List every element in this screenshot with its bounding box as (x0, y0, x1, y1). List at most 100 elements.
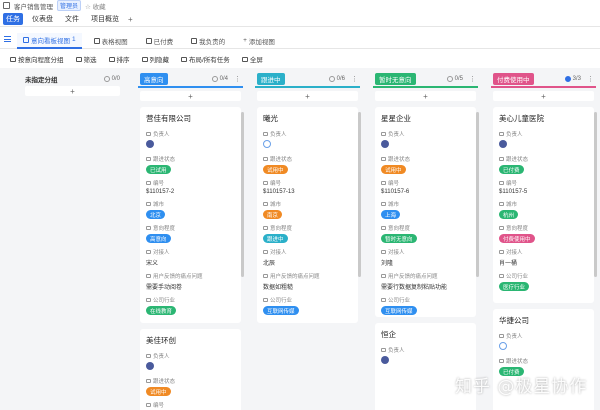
contact-label: 对接人 (263, 248, 352, 256)
contact-label: 对接人 (146, 248, 235, 256)
status-tag: 试用中 (146, 387, 171, 396)
view-tabs: 意向看板视图 1 表格视图 已付费 我负责的 + 添加视图 (0, 32, 600, 49)
tab-dashboard[interactable]: 仪表盘 (29, 13, 56, 25)
tab-files[interactable]: 文件 (62, 13, 82, 25)
column-scrollbar[interactable] (594, 112, 597, 277)
column-scrollbar[interactable] (358, 112, 361, 277)
status-tag: 已付费 (499, 165, 524, 174)
card[interactable]: 星星企业 负责人 跟进状态 试用中 编号 $110157-6 城市 上海 意向程度 暂时… (375, 107, 476, 317)
tab-overview[interactable]: 项目概览 (88, 13, 122, 25)
city-label: 城市 (263, 200, 352, 208)
column-accent-line (138, 86, 243, 88)
intent-tag: 暂时无意向 (381, 234, 417, 243)
card-title: 美佳环创 (146, 336, 176, 345)
column-scrollbar[interactable] (476, 112, 479, 277)
add-card-button[interactable]: + (257, 91, 358, 101)
location-icon (381, 202, 386, 206)
status-tag: 试用中 (381, 165, 406, 174)
card[interactable]: 营佳有限公司 负责人 跟进状态 已试用 编号 $110157-2 城市 北京 意向程度… (140, 107, 241, 323)
view-tab-kanban[interactable]: 意向看板视图 1 (17, 32, 82, 49)
city-tag: 上海 (381, 210, 401, 219)
add-card-button[interactable]: + (25, 86, 120, 96)
view-tab-table[interactable]: 表格视图 (88, 33, 134, 49)
user-icon (499, 132, 504, 136)
more-icon[interactable]: ⋮ (234, 75, 241, 83)
card-title: 曦光 (263, 114, 278, 123)
status-label: 跟进状态 (499, 155, 588, 163)
user-icon (263, 132, 268, 136)
sort-icon (108, 56, 115, 62)
city-label: 城市 (146, 200, 235, 208)
column-header: 未指定分组 0/0 (22, 72, 123, 86)
city-label: 城市 (381, 200, 470, 208)
add-card-button[interactable]: + (140, 91, 241, 101)
location-icon (146, 202, 151, 206)
table-icon (191, 37, 198, 44)
column-title: 高意向 (140, 73, 168, 85)
more-icon[interactable]: ⋮ (469, 75, 476, 83)
user-icon (381, 132, 386, 136)
owner-label: 负责人 (381, 346, 470, 354)
pain-value: 数据如粗糙 (263, 285, 294, 291)
filter-button[interactable]: 筛选 (75, 54, 97, 64)
more-icon[interactable]: ⋮ (587, 75, 594, 83)
card[interactable]: 美心儿童医院 负责人 跟进状态 已付费 编号 $110157-5 城市 杭州 意向程度… (493, 107, 594, 303)
table-icon (93, 37, 100, 44)
column-no-intent: 暂时无意向 0/5 ⋮ + 星星企业 负责人 跟进状态 试用中 编号 $110157-… (372, 72, 479, 410)
intent-icon (263, 226, 268, 230)
add-view-button[interactable]: + 添加视图 (237, 33, 281, 49)
column-header: 跟进中 0/6 ⋮ (254, 72, 361, 86)
view-tab-paid[interactable]: 已付费 (140, 33, 180, 49)
ai-icon (263, 274, 268, 278)
column-title: 跟进中 (257, 73, 285, 85)
status-tag: 试用中 (263, 165, 288, 174)
breadcrumb[interactable]: 客户销售管理 (14, 1, 53, 11)
add-tab-button[interactable]: + (128, 15, 133, 24)
status-label: 跟进状态 (263, 155, 352, 163)
column-scrollbar[interactable] (241, 112, 244, 277)
favorite-button[interactable]: ☆ 收藏 (85, 1, 106, 11)
view-menu-icon[interactable] (4, 36, 11, 42)
pain-label: 用户反馈的痛点问题 (263, 272, 352, 280)
intent-tag: 跟进中 (263, 234, 288, 243)
view-tab-label: 意向看板视图 (31, 37, 70, 45)
number-label: 编号 (499, 179, 588, 187)
number-value: $110157-2 (146, 189, 175, 195)
tab-tasks[interactable]: 任务 (3, 13, 23, 25)
fullscreen-button[interactable]: 全屏 (241, 54, 263, 64)
status-icon (499, 157, 504, 161)
tool-label: 全屏 (249, 57, 263, 64)
progress-ring-icon (328, 76, 335, 82)
pain-label: 用户反馈的痛点问题 (381, 272, 470, 280)
layout-button[interactable]: 布局/所有任务 (181, 54, 230, 64)
column-count: 0/5 ⋮ (446, 75, 476, 83)
contact-value: 北辰 (263, 261, 276, 267)
card-title: 华捷公司 (499, 316, 529, 325)
view-tab-label: 表格视图 (101, 38, 128, 46)
column-following: 跟进中 0/6 ⋮ + 曦光 负责人 跟进状态 试用中 编号 $110157-13 城… (254, 72, 361, 410)
more-icon[interactable]: ⋮ (351, 75, 358, 83)
industry-icon (146, 298, 151, 302)
app-menu-icon[interactable] (3, 2, 10, 9)
ai-icon (146, 274, 151, 278)
view-tab-mine[interactable]: 我负责的 (185, 33, 231, 49)
card[interactable]: 美佳环创 负责人 跟进状态 试用中 编号 (140, 329, 241, 410)
add-card-button[interactable]: + (375, 91, 476, 101)
role-badge: 管理员 (57, 0, 82, 11)
card[interactable]: 曦光 负责人 跟进状态 试用中 编号 $110157-13 城市 南京 意向程度 跟进中… (257, 107, 358, 323)
industry-label: 公司行业 (263, 296, 352, 304)
column-count: 0/0 (103, 76, 120, 82)
status-label: 跟进状态 (381, 155, 470, 163)
hide-columns-button[interactable]: 列隐藏 (141, 54, 169, 64)
status-icon (499, 359, 504, 363)
sort-button[interactable]: 排序 (108, 54, 130, 64)
progress-ring-icon (564, 76, 571, 82)
filter-icon (75, 56, 82, 62)
tool-label: 按意向程度分组 (18, 57, 64, 64)
ai-icon (146, 181, 151, 185)
add-card-button[interactable]: + (493, 91, 594, 101)
column-unassigned: 未指定分组 0/0 + (22, 72, 123, 410)
number-label: 编号 (263, 179, 352, 187)
group-by-button[interactable]: 按意向程度分组 (10, 54, 64, 64)
group-icon (10, 56, 16, 62)
